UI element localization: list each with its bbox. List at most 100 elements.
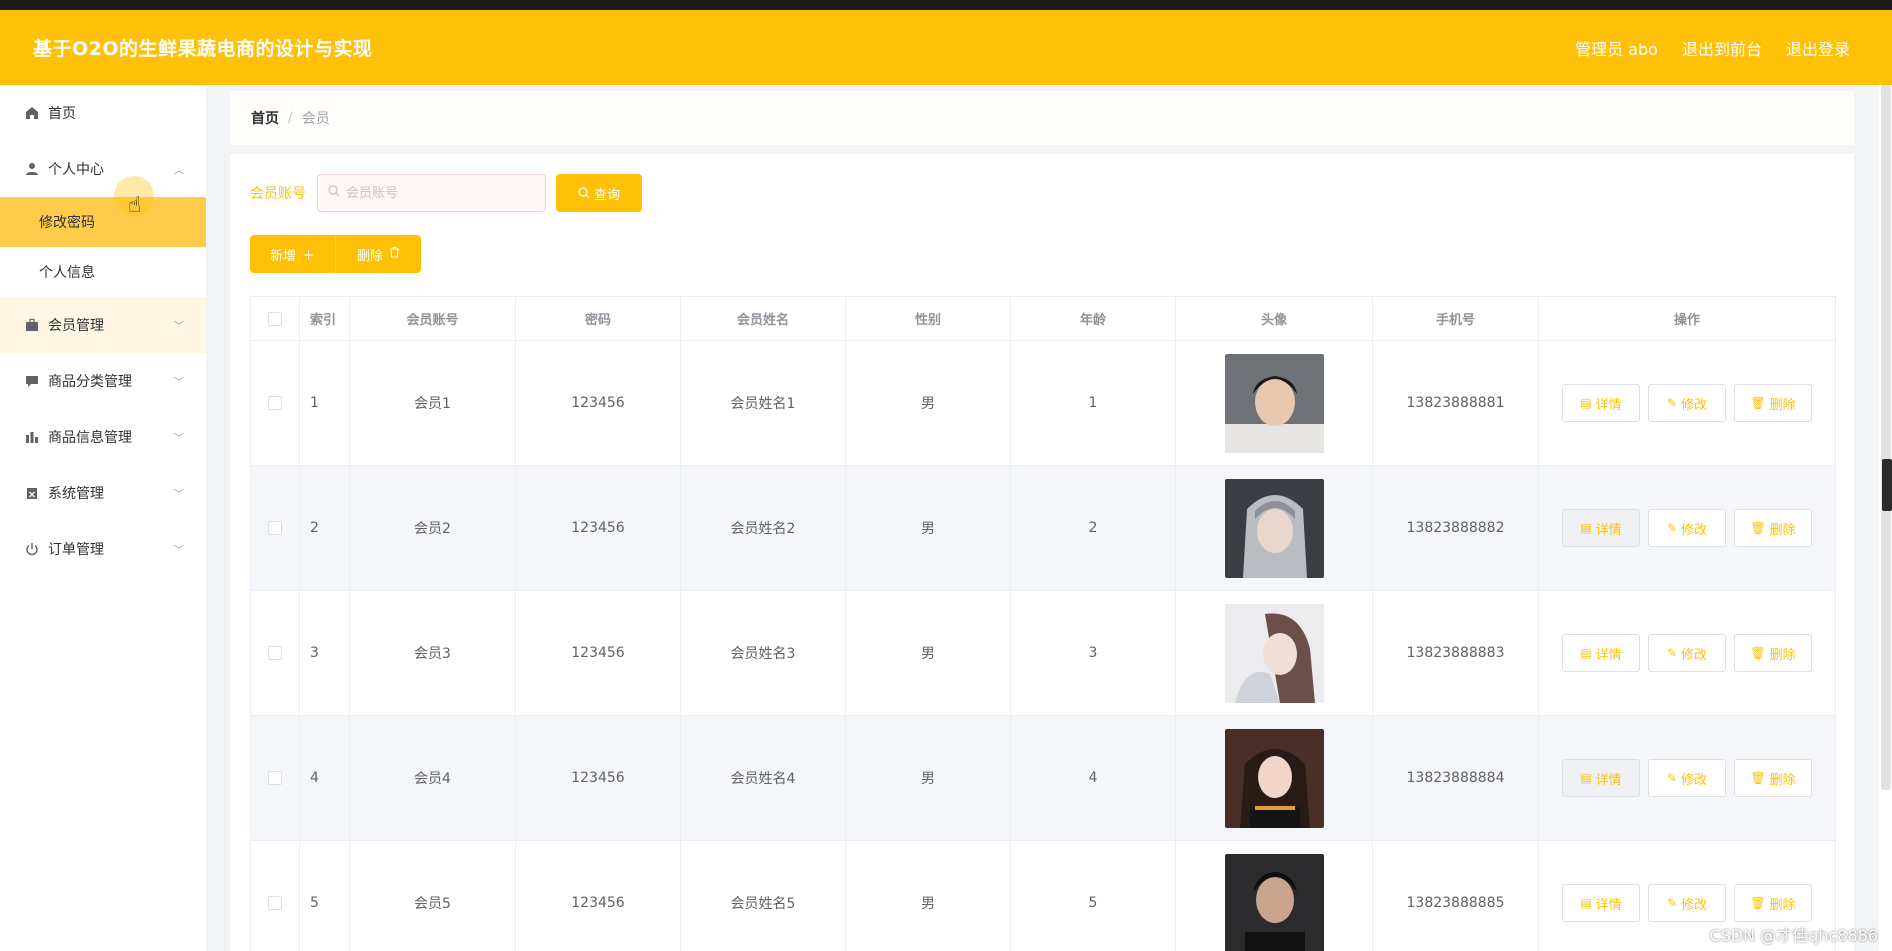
- row-checkbox[interactable]: [268, 896, 282, 910]
- cell-phone: 13823888884: [1373, 716, 1539, 840]
- detail-button[interactable]: ▤ 详情: [1562, 884, 1640, 922]
- add-button[interactable]: 新增 ＋: [250, 235, 335, 273]
- chevron-up-icon: ︿: [174, 165, 184, 177]
- breadcrumb-home[interactable]: 首页: [251, 108, 279, 128]
- cell-index: 1: [300, 341, 350, 465]
- search-icon: [578, 187, 590, 199]
- select-all-checkbox[interactable]: [268, 311, 282, 326]
- avatar-image[interactable]: [1224, 603, 1324, 703]
- pencil-icon: ✎: [1666, 521, 1678, 535]
- avatar-image[interactable]: [1224, 353, 1324, 453]
- sidebar-item-goods-management[interactable]: 商品信息管理 ﹀: [0, 409, 206, 465]
- trash-icon: 🗑: [1750, 521, 1766, 535]
- breadcrumb-separator: /: [288, 110, 293, 126]
- edit-button[interactable]: ✎ 修改: [1648, 884, 1726, 922]
- edit-button[interactable]: ✎ 修改: [1648, 759, 1726, 797]
- app-title: 基于O2O的生鲜果蔬电商的设计与实现: [33, 38, 373, 60]
- avatar-image[interactable]: [1224, 478, 1324, 578]
- scrollbar[interactable]: [1881, 85, 1891, 790]
- row-select-cell: [251, 341, 300, 465]
- delete-button[interactable]: 🗑 删除: [1734, 384, 1812, 422]
- row-select-cell: [251, 841, 300, 951]
- sidebar-item-personal-center[interactable]: 个人中心 ︿: [0, 141, 206, 197]
- cell-phone: 13823888883: [1373, 591, 1539, 715]
- chat-icon: [24, 373, 40, 389]
- window-top-strip: [0, 0, 1892, 10]
- sidebar-item-system-management[interactable]: 系统管理 ﹀: [0, 465, 206, 521]
- trash-icon: 🗑: [1750, 646, 1766, 660]
- search-field[interactable]: [317, 174, 546, 212]
- header-links: 管理员 abo 退出到前台 退出登录: [1575, 36, 1850, 60]
- batch-delete-button[interactable]: 删除: [335, 235, 421, 273]
- avatar-image[interactable]: [1224, 853, 1324, 951]
- edit-button[interactable]: ✎ 修改: [1648, 509, 1726, 547]
- scrollbar-thumb[interactable]: [1882, 459, 1892, 511]
- search-label: 会员账号: [250, 186, 306, 202]
- row-select-cell: [251, 716, 300, 840]
- row-select-cell: [251, 591, 300, 715]
- table-row: 3 会员3 123456 会员姓名3 男 3 13823888883 ▤ 详情 ✎…: [251, 591, 1835, 716]
- sidebar-item-category-management[interactable]: 商品分类管理 ﹀: [0, 353, 206, 409]
- sidebar-item-order-management[interactable]: 订单管理 ﹀: [0, 521, 206, 577]
- sidebar-item-member-management[interactable]: 会员管理 ﹀: [0, 297, 206, 353]
- cell-age: 2: [1011, 466, 1176, 590]
- edit-button[interactable]: ✎ 修改: [1648, 634, 1726, 672]
- header-password: 密码: [516, 297, 681, 340]
- row-checkbox[interactable]: [268, 646, 282, 660]
- cell-gender: 男: [846, 716, 1011, 840]
- cell-account: 会员5: [350, 841, 516, 951]
- detail-button-label: 详情: [1595, 897, 1622, 913]
- cell-index: 3: [300, 591, 350, 715]
- chevron-down-icon: ﹀: [174, 433, 184, 445]
- document-icon: ▤: [1580, 521, 1592, 535]
- edit-button-label: 修改: [1681, 397, 1708, 413]
- delete-button[interactable]: 🗑 删除: [1734, 759, 1812, 797]
- cell-account: 会员2: [350, 466, 516, 590]
- detail-button[interactable]: ▤ 详情: [1562, 759, 1640, 797]
- detail-button[interactable]: ▤ 详情: [1562, 509, 1640, 547]
- search-icon: [328, 185, 340, 201]
- cell-gender: 男: [846, 466, 1011, 590]
- delete-button-label: 删除: [1769, 772, 1796, 788]
- row-checkbox[interactable]: [268, 521, 282, 535]
- pencil-icon: ✎: [1666, 396, 1678, 410]
- cell-name: 会员姓名4: [681, 716, 846, 840]
- cell-gender: 男: [846, 341, 1011, 465]
- cell-phone: 13823888881: [1373, 341, 1539, 465]
- search-input[interactable]: [346, 185, 526, 201]
- logout-link[interactable]: 退出登录: [1786, 36, 1850, 60]
- query-button[interactable]: 查询: [556, 174, 642, 212]
- delete-button-label: 删除: [1769, 647, 1796, 663]
- row-checkbox[interactable]: [268, 771, 282, 785]
- detail-button[interactable]: ▤ 详情: [1562, 634, 1640, 672]
- detail-button[interactable]: ▤ 详情: [1562, 384, 1640, 422]
- trash-icon: 🗑: [1750, 896, 1766, 910]
- cell-name: 会员姓名5: [681, 841, 846, 951]
- plus-icon: ＋: [302, 248, 316, 264]
- sidebar-subitem-change-password[interactable]: 修改密码: [0, 197, 206, 247]
- pencil-icon: ✎: [1666, 896, 1678, 910]
- trash-icon: [389, 246, 400, 262]
- exit-to-front-link[interactable]: 退出到前台: [1682, 36, 1762, 60]
- detail-button-label: 详情: [1595, 772, 1622, 788]
- avatar-image[interactable]: [1224, 728, 1324, 828]
- delete-button[interactable]: 🗑 删除: [1734, 509, 1812, 547]
- chevron-down-icon: ﹀: [174, 377, 184, 389]
- sidebar-item-label: 个人中心: [48, 162, 104, 178]
- power-icon: [24, 541, 40, 557]
- edit-button-label: 修改: [1681, 522, 1708, 538]
- sidebar-subitem-personal-info[interactable]: 个人信息: [0, 247, 206, 297]
- delete-button[interactable]: 🗑 删除: [1734, 884, 1812, 922]
- cell-avatar: [1176, 466, 1373, 590]
- sidebar-item-home[interactable]: 首页: [0, 85, 206, 141]
- delete-button[interactable]: 🗑 删除: [1734, 634, 1812, 672]
- cell-account: 会员4: [350, 716, 516, 840]
- table-row: 1 会员1 123456 会员姓名1 男 1 13823888881 ▤ 详情 ✎…: [251, 341, 1835, 466]
- clipboard-icon: [24, 485, 40, 501]
- pencil-icon: ✎: [1666, 771, 1678, 785]
- header-gender: 性别: [846, 297, 1011, 340]
- sidebar-item-label: 首页: [48, 106, 76, 122]
- row-checkbox[interactable]: [268, 396, 282, 410]
- cell-password: 123456: [516, 466, 681, 590]
- edit-button[interactable]: ✎ 修改: [1648, 384, 1726, 422]
